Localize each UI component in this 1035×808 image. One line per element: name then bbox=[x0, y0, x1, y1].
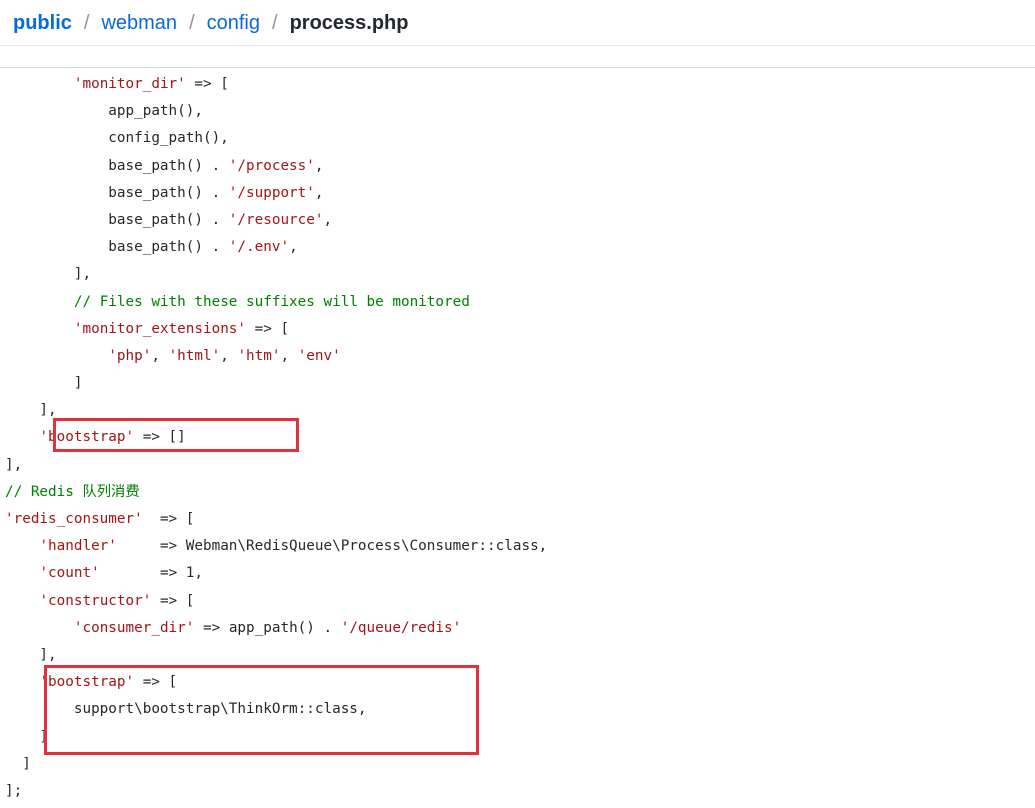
breadcrumb-root-link[interactable]: public bbox=[13, 12, 72, 35]
code-text: ], bbox=[5, 456, 23, 473]
code-text: base_path() . bbox=[5, 184, 229, 201]
code-text: => app_path() . bbox=[194, 619, 341, 636]
breadcrumb-separator: / bbox=[83, 11, 90, 34]
code-line: 'php', 'html', 'htm', 'env' bbox=[0, 343, 1035, 370]
code-line: 'monitor_dir' => [ bbox=[0, 71, 1035, 98]
code-string: '/process' bbox=[228, 157, 315, 174]
code-line: 'monitor_extensions' => [ bbox=[0, 316, 1035, 343]
code-text: base_path() . bbox=[5, 157, 229, 174]
code-line: base_path() . '/resource', bbox=[0, 207, 1035, 234]
breadcrumb-current-file: process.php bbox=[289, 11, 409, 34]
code-string: '/.env' bbox=[228, 239, 290, 256]
code-line: 'consumer_dir' => app_path() . '/queue/r… bbox=[0, 615, 1035, 642]
code-text: base_path() . bbox=[5, 211, 229, 228]
code-string: 'html' bbox=[168, 347, 221, 364]
code-text: app_path(), bbox=[5, 103, 203, 120]
code-line: 'handler' => Webman\RedisQueue\Process\C… bbox=[0, 533, 1035, 560]
code-line: ] bbox=[0, 370, 1035, 397]
code-comment: // Redis 队列消费 bbox=[5, 483, 140, 500]
highlight-box-bootstrap-thinkorm bbox=[44, 665, 479, 755]
code-string: 'redis_consumer' bbox=[5, 511, 143, 527]
breadcrumb-link-config[interactable]: config bbox=[207, 12, 260, 35]
code-string: '/support' bbox=[228, 184, 315, 201]
code-line: config_path(), bbox=[0, 125, 1035, 152]
code-line: // Redis 队列消费 bbox=[0, 479, 1035, 506]
code-text: , bbox=[314, 157, 324, 174]
highlight-box-bootstrap-empty bbox=[53, 418, 299, 452]
code-line: 'constructor' => [ bbox=[0, 588, 1035, 615]
code-line: 'count' => 1, bbox=[0, 560, 1035, 587]
code-line: base_path() . '/process', bbox=[0, 153, 1035, 180]
code-string: 'php' bbox=[108, 347, 152, 364]
code-line: app_path(), bbox=[0, 98, 1035, 125]
code-string: '/resource' bbox=[228, 211, 324, 228]
breadcrumb: public / webman / config / process.php bbox=[0, 0, 1035, 46]
code-text: => 1, bbox=[99, 565, 203, 582]
header-divider bbox=[0, 45, 1035, 46]
code-text: ] bbox=[5, 728, 49, 745]
breadcrumb-link-webman[interactable]: webman bbox=[101, 12, 177, 35]
code-string: 'monitor_extensions' bbox=[73, 320, 247, 337]
code-line: 'redis_consumer' => [ bbox=[0, 506, 1035, 533]
code-string: 'handler' bbox=[39, 538, 117, 555]
code-text: ] bbox=[5, 375, 83, 392]
code-text: , bbox=[323, 211, 333, 228]
code-text: => [ bbox=[246, 320, 290, 337]
code-text: ], bbox=[5, 266, 92, 283]
code-text: ], bbox=[5, 402, 57, 419]
code-text: ] bbox=[5, 755, 31, 772]
breadcrumb-separator: / bbox=[272, 11, 278, 34]
code-text: ]; bbox=[5, 782, 23, 799]
code-comment: // Files with these suffixes will be mon… bbox=[73, 293, 470, 310]
code-top-border bbox=[0, 67, 1035, 68]
code-text: => Webman\RedisQueue\Process\Consumer::c… bbox=[116, 538, 548, 555]
code-string: 'consumer_dir' bbox=[73, 619, 195, 636]
code-text: , bbox=[151, 347, 169, 364]
code-text: => [ bbox=[142, 511, 195, 527]
code-line: base_path() . '/support', bbox=[0, 180, 1035, 207]
code-string: 'constructor' bbox=[39, 592, 152, 609]
breadcrumb-separator: / bbox=[189, 11, 195, 34]
code-string: 'env' bbox=[297, 347, 341, 364]
code-line: // Files with these suffixes will be mon… bbox=[0, 289, 1035, 316]
code-text: , bbox=[220, 347, 238, 364]
code-text: , bbox=[314, 184, 324, 201]
code-text: ], bbox=[5, 646, 57, 663]
code-text: base_path() . bbox=[5, 239, 229, 256]
code-text: config_path(), bbox=[5, 130, 229, 147]
code-string: 'htm' bbox=[237, 347, 281, 364]
code-text: , bbox=[289, 239, 298, 256]
code-text: => [ bbox=[185, 76, 229, 92]
code-string: 'monitor_dir' bbox=[73, 76, 186, 92]
code-text: , bbox=[280, 347, 298, 364]
code-line: ]; bbox=[0, 778, 1035, 805]
code-line: ], bbox=[0, 452, 1035, 479]
code-string: 'count' bbox=[39, 565, 100, 582]
code-line: ], bbox=[0, 261, 1035, 288]
code-line: base_path() . '/.env', bbox=[0, 234, 1035, 261]
code-text: => [ bbox=[151, 592, 195, 609]
code-string: '/queue/redis' bbox=[340, 619, 462, 636]
